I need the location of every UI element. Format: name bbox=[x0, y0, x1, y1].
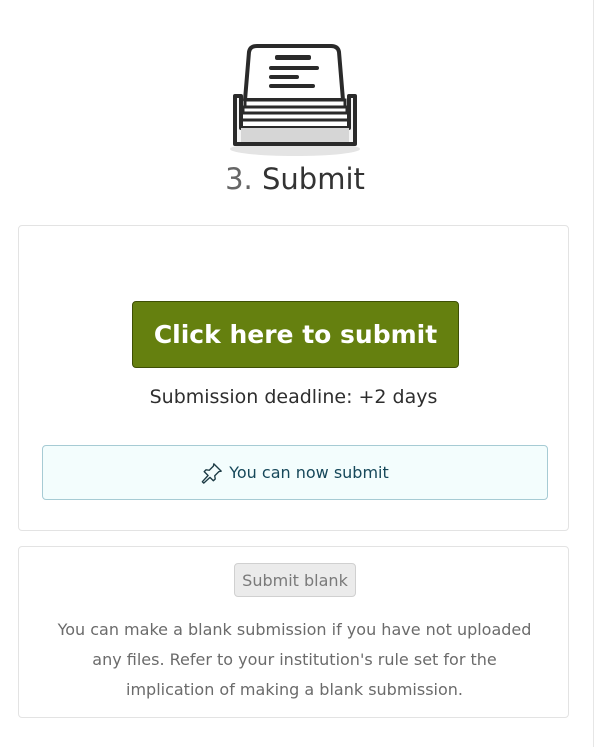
page-title: 3. Submit bbox=[0, 162, 590, 196]
notice-text: You can now submit bbox=[229, 463, 389, 482]
blank-submission-card: Submit blank You can make a blank submis… bbox=[18, 546, 569, 718]
submit-button[interactable]: Click here to submit bbox=[132, 301, 459, 368]
submission-deadline: Submission deadline: +2 days bbox=[149, 386, 438, 408]
document-tray-icon bbox=[230, 44, 360, 156]
step-title-text: Submit bbox=[262, 162, 365, 196]
scroll-divider bbox=[593, 0, 594, 747]
blank-submission-note: You can make a blank submission if you h… bbox=[57, 620, 532, 699]
step-header: 3. Submit bbox=[0, 40, 590, 196]
submit-blank-button[interactable]: Submit blank bbox=[234, 563, 356, 597]
submit-card: Click here to submit Submission deadline… bbox=[18, 225, 569, 531]
pin-icon bbox=[201, 462, 223, 484]
submit-notice: You can now submit bbox=[42, 445, 548, 500]
step-number: 3. bbox=[225, 162, 253, 196]
